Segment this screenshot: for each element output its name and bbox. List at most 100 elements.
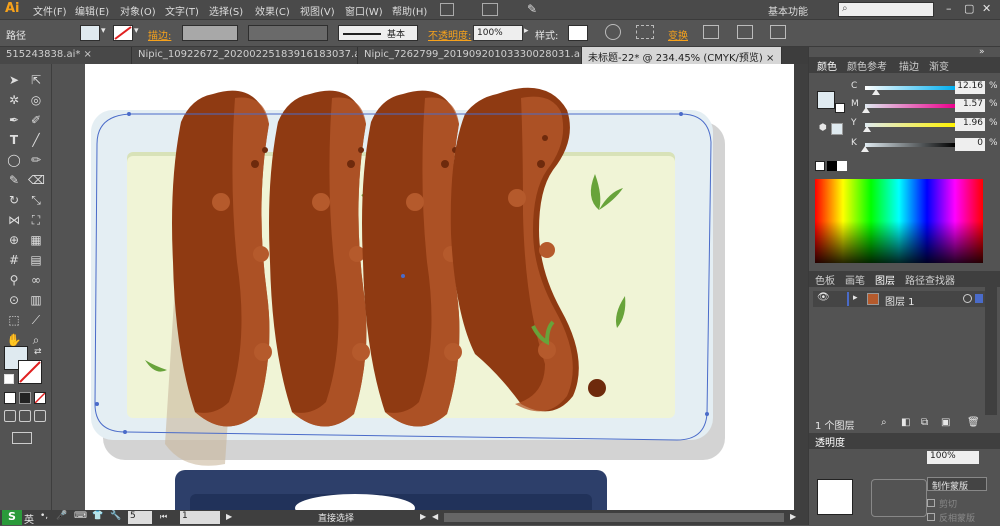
tab-document-1[interactable]: 515243838.ai* × (0, 47, 132, 64)
artboard-number-field[interactable]: 1 (180, 511, 220, 524)
clip-checkbox[interactable] (927, 499, 935, 507)
target-icon[interactable] (963, 294, 972, 303)
keyboard-icon[interactable]: ⌨ (74, 511, 87, 521)
draw-behind-icon[interactable] (19, 410, 31, 422)
opacity-label[interactable]: 不透明度: (428, 27, 471, 42)
close-button[interactable]: ✕ (982, 2, 991, 15)
bridge-icon[interactable] (440, 3, 454, 16)
stroke-weight-field[interactable] (182, 25, 238, 41)
tab-brushes[interactable]: 画笔 (845, 272, 865, 287)
tab-color-guide[interactable]: 颜色参考 (847, 58, 887, 73)
skin-icon[interactable]: 👕 (92, 511, 103, 521)
column-graph-tool-icon[interactable]: ▥ (28, 292, 44, 308)
none-mode-icon[interactable] (34, 392, 46, 404)
tab-transparency[interactable]: 透明度 (815, 434, 845, 449)
gradient-mode-icon[interactable] (19, 392, 31, 404)
slider-thumb[interactable] (861, 146, 869, 152)
channel-bar[interactable] (865, 123, 955, 127)
eyedropper-tool-icon[interactable]: ⚲ (6, 272, 22, 288)
transform-link[interactable]: 变换 (668, 27, 688, 42)
tab-gradient[interactable]: 渐变 (929, 58, 949, 73)
ellipse-tool-icon[interactable]: ◯ (6, 152, 22, 168)
artboard[interactable] (85, 64, 808, 516)
color-mode-icon[interactable] (4, 392, 16, 404)
pencil-tool-icon[interactable]: ✎ (6, 172, 22, 188)
stroke-color-box[interactable] (18, 360, 42, 384)
slice-tool-icon[interactable]: ⟋ (28, 312, 44, 328)
draw-normal-icon[interactable] (4, 410, 16, 422)
brush-icon[interactable]: ✎ (527, 2, 537, 16)
canvas-area[interactable] (52, 64, 808, 516)
default-colors-icon[interactable] (4, 374, 14, 384)
slider-black[interactable]: K 0 % (813, 138, 999, 152)
punctuation-icon[interactable]: •, (40, 511, 48, 521)
mesh-tool-icon[interactable]: # (6, 252, 22, 268)
graphic-style-swatch[interactable] (568, 25, 588, 41)
eraser-tool-icon[interactable]: ⌫ (28, 172, 45, 188)
tab-color[interactable]: 颜色 (817, 58, 837, 73)
anchor-point[interactable] (95, 402, 99, 406)
disclosure-triangle-icon[interactable]: ▸ (853, 293, 858, 303)
invert-mask-checkbox[interactable] (927, 513, 935, 521)
menu-edit[interactable]: 编辑(E) (75, 3, 109, 18)
anchor-point[interactable] (679, 112, 683, 116)
pen-tool-icon[interactable]: ✒ (6, 112, 22, 128)
ime-language[interactable]: 英 (24, 511, 34, 526)
lasso-tool-icon[interactable]: ◎ (28, 92, 44, 108)
menu-select[interactable]: 选择(S) (209, 3, 243, 18)
menu-effect[interactable]: 效果(C) (255, 3, 290, 18)
horizontal-scrollbar[interactable] (444, 513, 784, 522)
tools-icon[interactable]: 🔧 (110, 511, 121, 521)
channel-value[interactable]: 1.57 (955, 99, 985, 112)
channel-value[interactable]: 1.96 (955, 118, 985, 131)
gradient-tool-icon[interactable]: ▤ (28, 252, 44, 268)
slider-thumb[interactable] (862, 107, 871, 113)
stroke-swatch[interactable] (113, 25, 133, 41)
menu-object[interactable]: 对象(O) (120, 3, 156, 18)
channel-bar[interactable] (865, 143, 955, 147)
locate-object-icon[interactable]: ⌕ (881, 417, 887, 428)
status-menu-icon[interactable]: ▶ (420, 512, 426, 521)
clipping-mask-icon[interactable]: ◧ (901, 417, 910, 428)
edit-path-icon[interactable] (737, 25, 753, 39)
type-tool-icon[interactable]: T (6, 132, 22, 148)
magic-wand-tool-icon[interactable]: ✲ (6, 92, 22, 108)
sausage[interactable] (362, 90, 462, 427)
eye-icon[interactable]: 👁 (817, 292, 830, 303)
scroll-left-icon[interactable]: ◀ (432, 512, 438, 521)
artwork[interactable] (85, 64, 808, 516)
color-spectrum[interactable] (815, 179, 983, 263)
search-input[interactable]: ⌕ (838, 2, 934, 17)
layer-row[interactable]: 👁 ▸ 图层 1 (813, 291, 985, 308)
rotate-tool-icon[interactable]: ↻ (6, 192, 22, 208)
slider-yellow[interactable]: Y 1.96 % (813, 118, 999, 132)
minimize-button[interactable]: – (946, 2, 952, 15)
perspective-grid-tool-icon[interactable]: ▦ (28, 232, 44, 248)
workspace-switcher[interactable]: 基本功能 (768, 3, 808, 18)
screen-mode-icon[interactable] (12, 432, 32, 444)
artboard-tool-icon[interactable]: ⬚ (6, 312, 22, 328)
ime-logo-icon[interactable]: S (2, 510, 22, 525)
chevron-down-icon[interactable]: ▾ (101, 26, 106, 36)
curvature-tool-icon[interactable]: ✐ (28, 112, 44, 128)
brush-definition-dropdown[interactable]: 基本 (338, 25, 418, 41)
width-tool-icon[interactable]: ⋈ (6, 212, 22, 228)
layers-scrollbar[interactable] (985, 279, 997, 415)
center-point[interactable] (401, 274, 405, 278)
slider-thumb[interactable] (862, 126, 871, 132)
new-layer-icon[interactable]: ▣ (941, 417, 950, 428)
tab-swatches[interactable]: 色板 (815, 272, 835, 287)
swap-colors-icon[interactable]: ⇄ (34, 347, 42, 357)
free-transform-tool-icon[interactable]: ⛶ (28, 212, 44, 228)
transparency-opacity-field[interactable]: 100% (927, 451, 979, 464)
menu-view[interactable]: 视图(V) (300, 3, 335, 18)
tab-document-2[interactable]: Nipic_10922672_20200225183916183037.ai* … (132, 47, 358, 64)
tab-document-3[interactable]: Nipic_7262799_20190920103330028031.ai* × (358, 47, 582, 64)
arrange-documents-icon[interactable] (482, 3, 498, 16)
zoom-field[interactable]: 5 (128, 511, 152, 524)
next-page-icon[interactable]: ▶ (226, 512, 232, 521)
white-color-icon[interactable] (837, 161, 847, 171)
zoom-tool-icon[interactable]: ⌕ (28, 332, 44, 348)
line-tool-icon[interactable]: ╱ (28, 132, 44, 148)
anchor-point[interactable] (705, 412, 709, 416)
